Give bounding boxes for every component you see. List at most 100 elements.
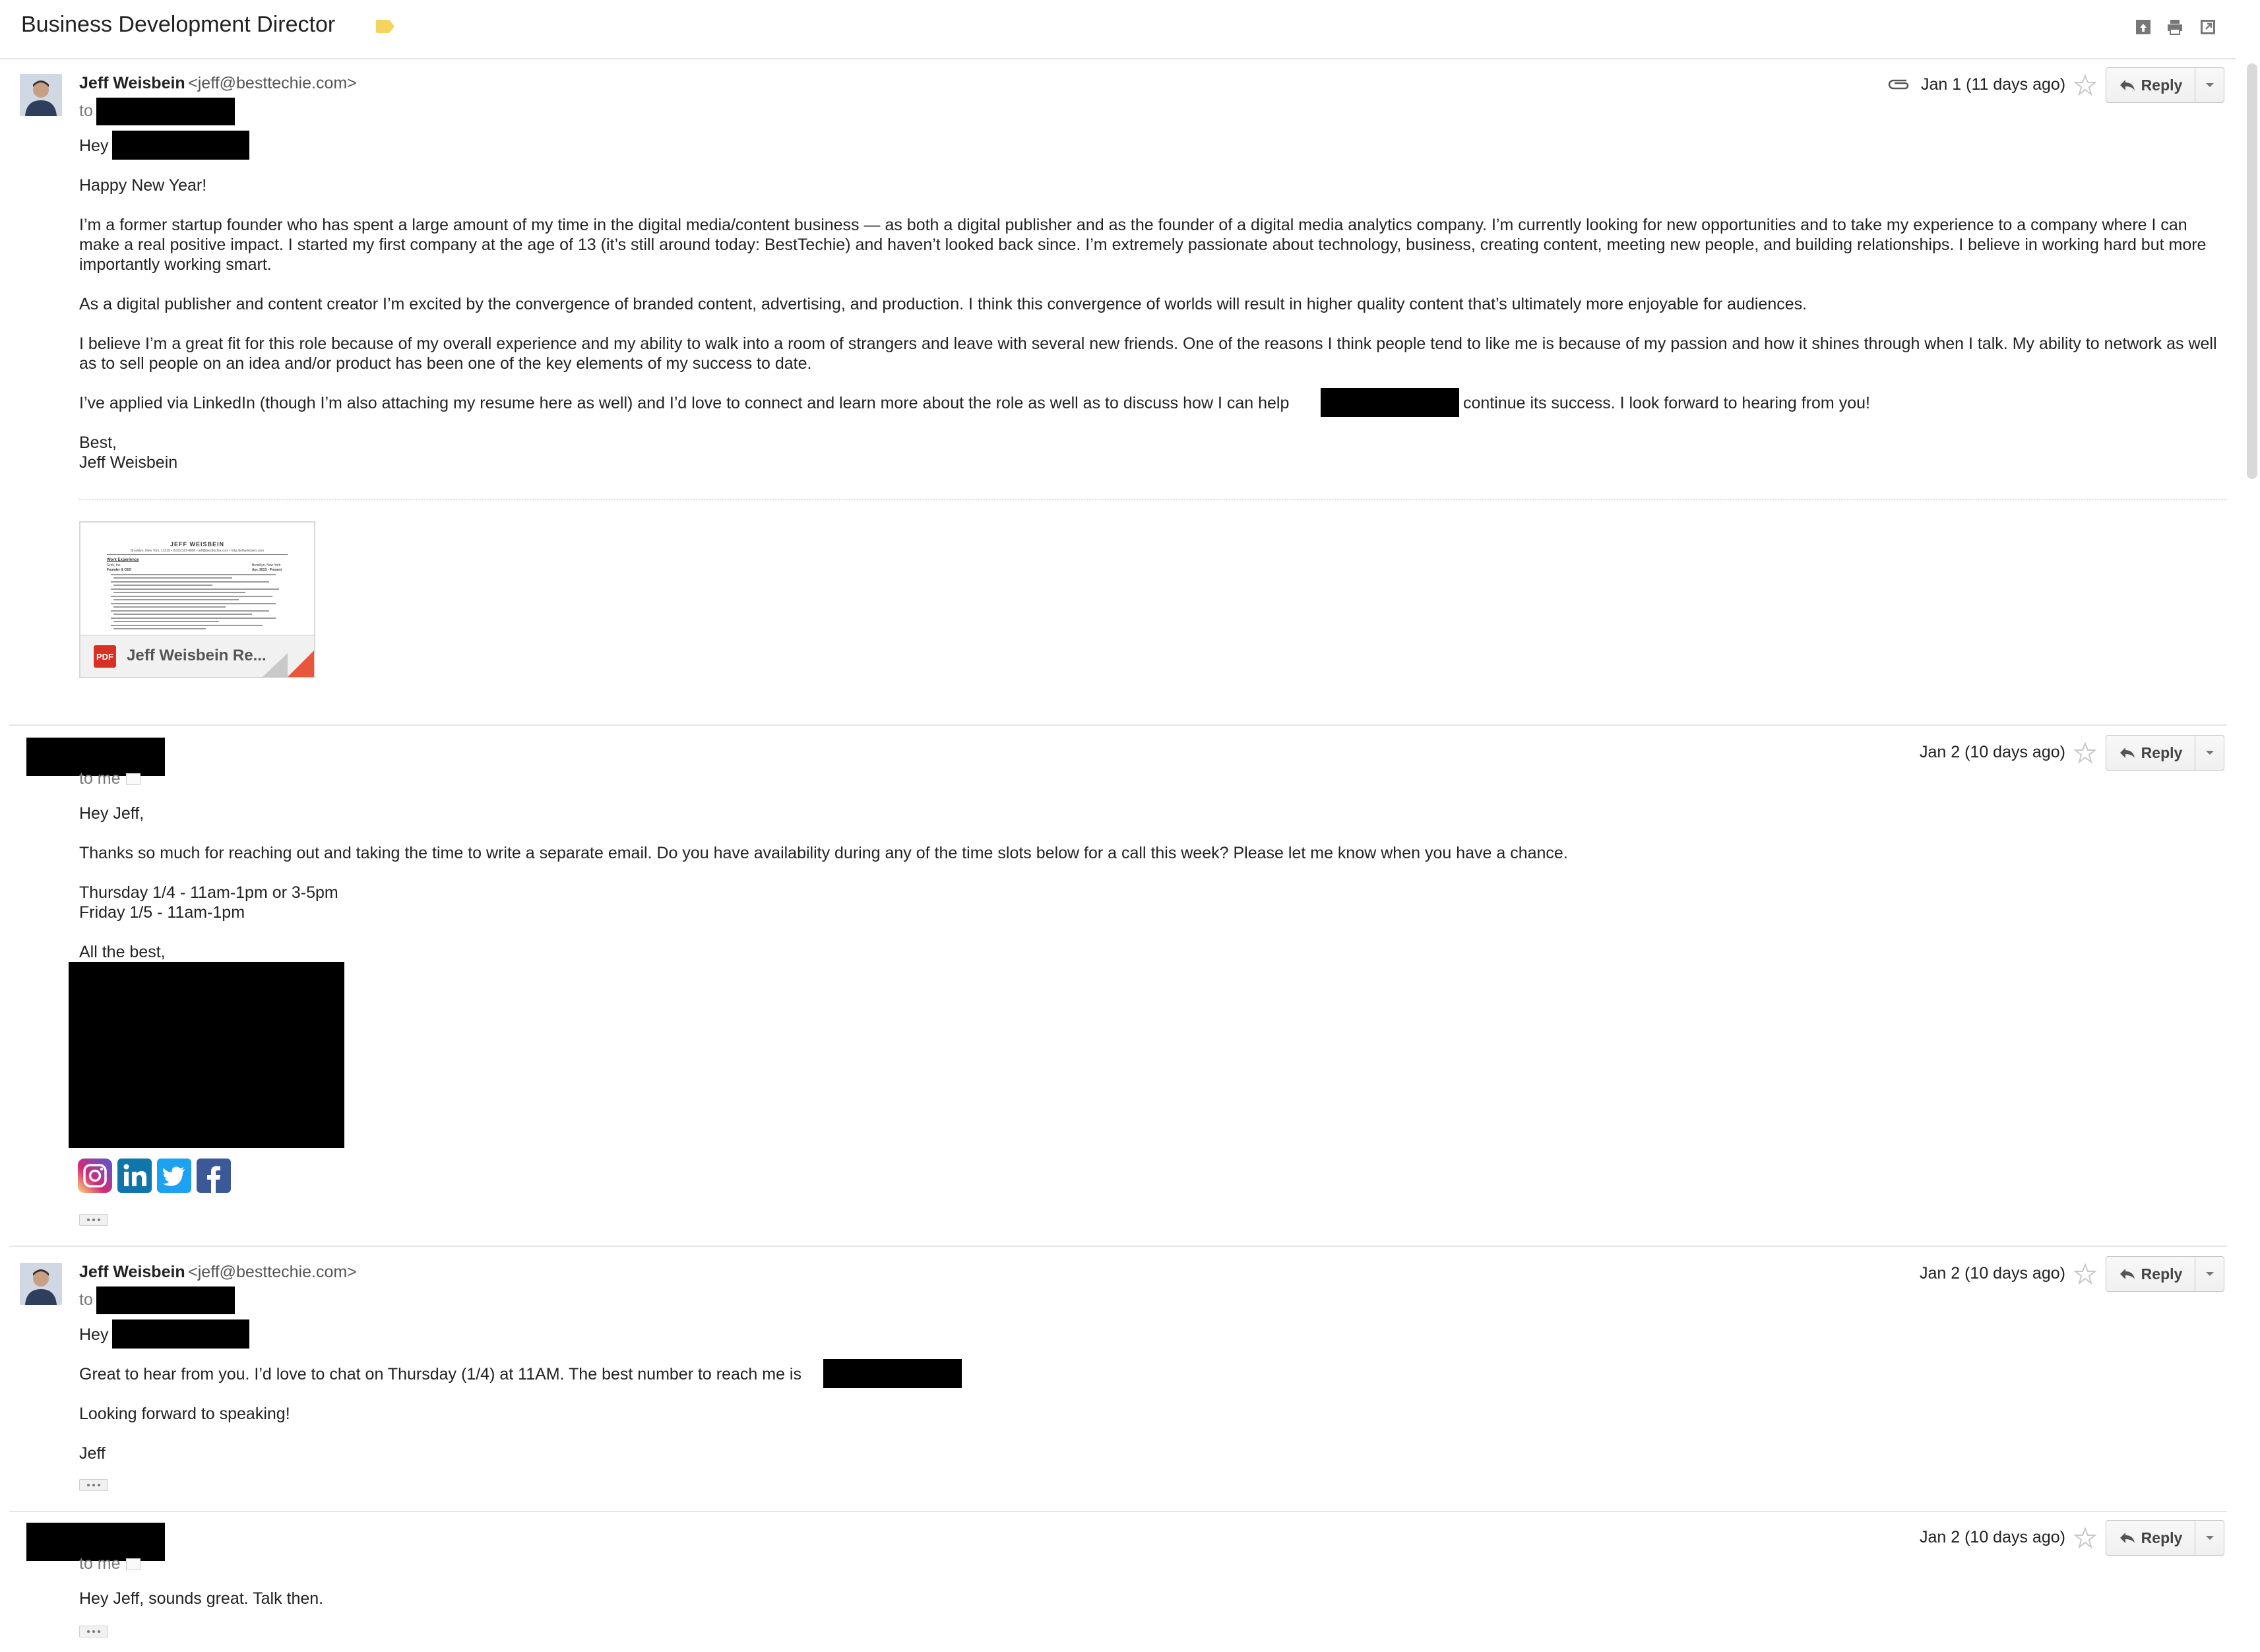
linkedin-icon[interactable] <box>117 1159 152 1193</box>
message-separator <box>9 1246 2227 1247</box>
pdf-icon: PDF <box>94 645 116 668</box>
reply-button[interactable]: Reply <box>2106 67 2195 103</box>
to-label: to me <box>79 769 121 788</box>
recipient-line[interactable]: to me <box>79 1554 141 1573</box>
preview-rule <box>107 554 288 555</box>
preview-bullet-lines <box>111 574 279 629</box>
reply-icon <box>2119 1533 2135 1543</box>
reply-button[interactable]: Reply <box>2106 1520 2195 1556</box>
attachment-card[interactable]: Jeff Weisbein Brooklyn, New York, 11219 … <box>79 521 315 678</box>
signoff: All the best, <box>79 943 166 961</box>
preview-dates: Apr. 2013 - Present <box>252 568 282 572</box>
recipient-line[interactable]: to me <box>79 769 141 788</box>
print-icon[interactable] <box>2166 18 2183 36</box>
recipient-line[interactable]: to <box>79 102 93 121</box>
message-separator <box>9 724 2227 726</box>
redacted-recipient <box>96 1287 235 1314</box>
preview-header: Jeff Weisbein <box>170 541 224 548</box>
chevron-down-icon <box>2205 751 2214 755</box>
reply-group: Reply <box>2106 1256 2224 1293</box>
chevron-down-icon <box>2205 1272 2214 1276</box>
star-icon[interactable] <box>2074 1263 2096 1285</box>
show-trimmed-content-button[interactable] <box>79 1479 108 1491</box>
message-body: Great to hear from you. I’d love to chat… <box>79 1365 801 1383</box>
chevron-down-icon <box>2205 1536 2214 1540</box>
thread-subject: Business Development Director <box>21 12 336 37</box>
attachment-separator <box>79 499 2227 500</box>
star-icon[interactable] <box>2074 74 2096 96</box>
redacted-company <box>1321 388 1459 417</box>
redacted-name <box>112 1319 249 1349</box>
more-options-button[interactable] <box>2195 1520 2224 1556</box>
scrollbar[interactable] <box>2247 63 2257 479</box>
reply-button[interactable]: Reply <box>2106 1256 2195 1292</box>
message-body: Thanks so much for reaching out and taki… <box>79 844 1568 862</box>
redacted-signature-block <box>69 962 344 1148</box>
reply-icon <box>2119 80 2135 90</box>
more-options-button[interactable] <box>2195 1256 2224 1292</box>
recipient-details-toggle[interactable] <box>125 1558 141 1571</box>
star-icon[interactable] <box>2074 742 2096 764</box>
subject-bar: Business Development Director <box>0 0 2236 59</box>
instagram-icon[interactable] <box>78 1159 112 1193</box>
paragraph-part: I’ve applied via LinkedIn (though I’m al… <box>79 394 1290 412</box>
attachment-corner-fold <box>263 651 314 677</box>
greeting: Hey <box>79 1325 109 1344</box>
redacted-recipient <box>96 98 235 125</box>
message-date: Jan 2 (10 days ago) <box>1920 1264 2065 1283</box>
message-date: Jan 2 (10 days ago) <box>1920 743 2065 761</box>
message-date: Jan 2 (10 days ago) <box>1920 1528 2065 1546</box>
show-trimmed-content-button[interactable] <box>79 1214 108 1226</box>
sender-line: Jeff Weisbein <jeff@besttechie.com> <box>79 1263 357 1282</box>
sender-email: <jeff@besttechie.com> <box>188 1263 357 1281</box>
reply-button[interactable]: Reply <box>2106 735 2195 771</box>
new-window-icon[interactable] <box>2199 18 2216 36</box>
reply-group: Reply <box>2106 1520 2224 1557</box>
reply-icon <box>2119 747 2135 758</box>
reply-group: Reply <box>2106 67 2224 104</box>
paragraph: I’m a former startup founder who has spe… <box>79 216 2207 274</box>
facebook-icon[interactable] <box>197 1159 231 1193</box>
chevron-down-icon <box>2205 83 2214 87</box>
twitter-icon[interactable] <box>157 1159 191 1193</box>
paragraph: I believe I’m a great fit for this role … <box>79 334 2217 373</box>
reply-label: Reply <box>2141 1265 2183 1283</box>
to-prefix: to <box>79 102 93 120</box>
more-options-button[interactable] <box>2195 735 2224 771</box>
greeting: Hey <box>79 137 109 155</box>
recipient-details-toggle[interactable] <box>125 773 141 786</box>
attachment-preview: Jeff Weisbein Brooklyn, New York, 11219 … <box>80 523 314 635</box>
paragraph: Happy New Year! <box>79 176 207 195</box>
redacted-phone <box>823 1359 962 1388</box>
recipient-line[interactable]: to <box>79 1290 93 1310</box>
preview-section: Work Experience <box>107 558 139 562</box>
sender-name: Jeff Weisbein <box>79 1263 185 1281</box>
expand-all-icon[interactable] <box>2135 18 2152 36</box>
signature: Jeff Weisbein <box>79 453 178 472</box>
sender-line: Jeff Weisbein <jeff@besttechie.com> <box>79 74 357 93</box>
paragraph-part: continue its success. I look forward to … <box>1463 394 1870 412</box>
reply-label: Reply <box>2141 76 2183 94</box>
show-trimmed-content-button[interactable] <box>79 1626 108 1637</box>
avatar <box>20 74 62 116</box>
signature: Jeff <box>79 1444 106 1463</box>
sender-email: <jeff@besttechie.com> <box>188 74 357 92</box>
preview-location: Brooklyn, New York <box>252 563 281 567</box>
greeting: Hey Jeff, <box>79 804 144 823</box>
signoff: Best, <box>79 433 117 452</box>
attachment-icon <box>1888 79 1909 90</box>
reply-group: Reply <box>2106 735 2224 772</box>
to-prefix: to <box>79 1290 93 1309</box>
reply-icon <box>2119 1269 2135 1279</box>
redacted-name <box>112 131 249 160</box>
paragraph: As a digital publisher and content creat… <box>79 295 1807 313</box>
message-body: Hey Jeff, sounds great. Talk then. <box>79 1589 324 1608</box>
to-label: to me <box>79 1554 121 1573</box>
label-tag-icon[interactable] <box>376 20 394 33</box>
sender-name: Jeff Weisbein <box>79 74 185 92</box>
star-icon[interactable] <box>2074 1527 2096 1549</box>
preview-company: Grok, Inc. <box>107 563 121 567</box>
message-line: Looking forward to speaking! <box>79 1405 290 1423</box>
more-options-button[interactable] <box>2195 67 2224 103</box>
attachment-name: Jeff Weisbein Re... <box>127 647 267 664</box>
